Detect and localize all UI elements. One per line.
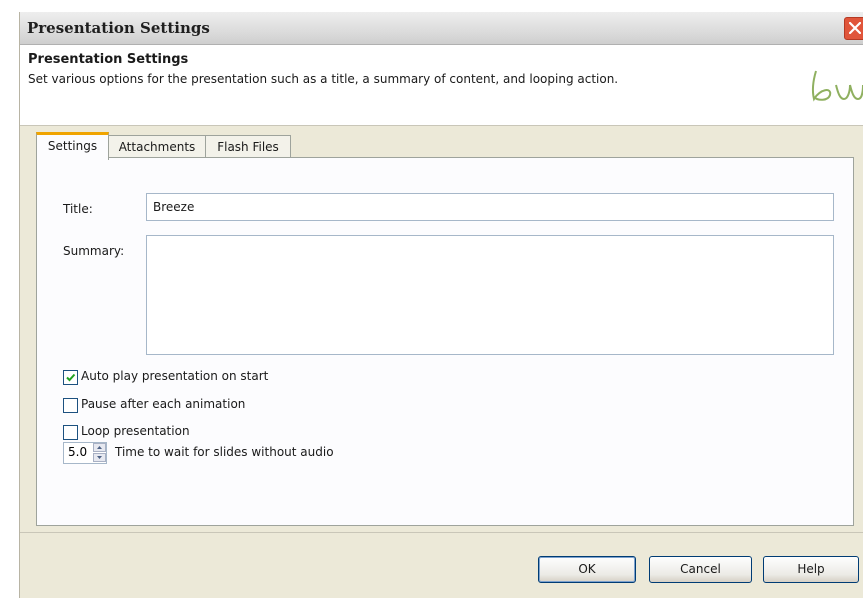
dialog-header: Presentation Settings Set various option…: [20, 45, 863, 126]
tab-label: Attachments: [118, 140, 196, 154]
tab-flash-files[interactable]: Flash Files: [205, 135, 291, 158]
pause-animation-label: Pause after each animation: [81, 397, 246, 411]
window-title: Presentation Settings: [27, 19, 210, 37]
tab-attachments[interactable]: Attachments: [108, 135, 206, 158]
tab-label: Flash Files: [217, 140, 279, 154]
loop-presentation-checkbox[interactable]: [63, 425, 78, 440]
wait-time-spinner[interactable]: [63, 442, 107, 464]
presentation-settings-dialog: Presentation Settings Presentation Setti…: [19, 12, 863, 598]
spinner-buttons: [93, 443, 106, 463]
close-icon: [849, 22, 861, 34]
tab-label: Settings: [47, 139, 98, 153]
header-description: Set various options for the presentation…: [28, 72, 619, 86]
spin-up-button[interactable]: [93, 443, 106, 452]
title-label: Title:: [63, 202, 93, 216]
summary-textarea[interactable]: [147, 236, 833, 354]
pause-animation-checkbox[interactable]: [63, 398, 78, 413]
title-input[interactable]: [147, 194, 833, 220]
title-bar[interactable]: Presentation Settings: [20, 12, 863, 45]
settings-panel: Title: Summary: Auto play presentation o…: [36, 157, 854, 526]
auto-play-checkbox[interactable]: [63, 370, 78, 385]
arrow-up-icon: [97, 446, 102, 449]
close-button[interactable]: [844, 17, 863, 40]
summary-label: Summary:: [63, 244, 125, 258]
wait-time-input[interactable]: [64, 443, 96, 461]
title-field[interactable]: [146, 193, 834, 221]
loop-presentation-label: Loop presentation: [81, 424, 190, 438]
checkmark-icon: [66, 373, 76, 382]
spin-down-button[interactable]: [93, 453, 106, 462]
cancel-button[interactable]: Cancel: [649, 556, 752, 583]
arrow-down-icon: [97, 456, 102, 459]
breeze-logo-icon: [811, 70, 863, 102]
summary-field[interactable]: [146, 235, 834, 355]
tab-settings[interactable]: Settings: [36, 132, 109, 160]
wait-time-label: Time to wait for slides without audio: [115, 445, 334, 459]
ok-button[interactable]: OK: [538, 556, 636, 583]
help-button[interactable]: Help: [763, 556, 859, 583]
header-title: Presentation Settings: [28, 52, 189, 67]
footer-divider: [20, 532, 863, 533]
auto-play-label: Auto play presentation on start: [81, 369, 269, 383]
